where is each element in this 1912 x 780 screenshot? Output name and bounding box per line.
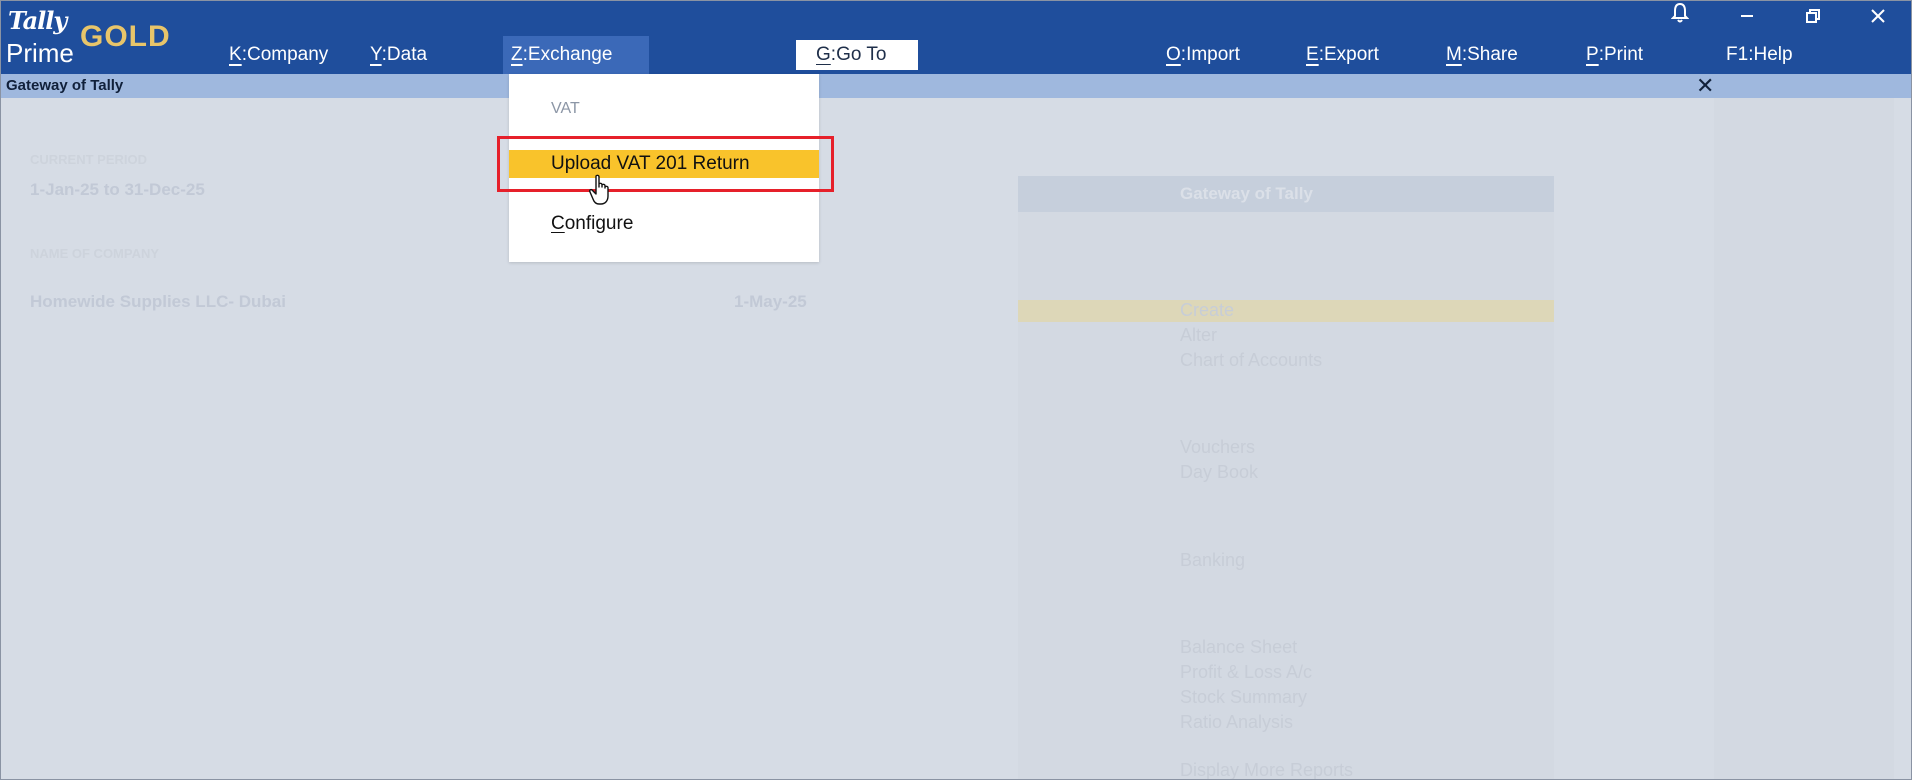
menu-print-label: Print [1603, 44, 1644, 65]
menu-exchange[interactable]: Z:Exchange [503, 36, 649, 74]
dropdown-section-vat: VAT [551, 100, 580, 117]
bell-icon[interactable] [1660, 2, 1700, 32]
period-value: 1-Jan-25 to 31-Dec-25 [30, 180, 205, 199]
gateway-panel-title: Gateway of Tally [1180, 184, 1313, 203]
menu-export[interactable]: E:Export [1306, 44, 1379, 66]
right-side-strip [1714, 98, 1894, 780]
menu-export-key: E [1306, 44, 1319, 65]
gateway-item-create[interactable]: Create [1180, 300, 1234, 321]
company-section-label: NAME OF COMPANY [30, 246, 160, 261]
gateway-item-display-more-reports[interactable]: Display More Reports [1180, 760, 1353, 780]
gateway-item-vouchers[interactable]: Vouchers [1180, 437, 1255, 458]
tally-prime-gold-logo: Tally Prime GOLD [6, 4, 171, 68]
gateway-item-stock-summary[interactable]: Stock Summary [1180, 687, 1307, 708]
close-icon[interactable] [1858, 2, 1898, 32]
menu-help-key: F1 [1726, 44, 1749, 65]
close-screen-icon[interactable]: ✕ [1696, 74, 1714, 98]
hand-pointer-cursor-icon [589, 174, 609, 205]
menu-company-key: K [229, 44, 242, 65]
gateway-item-alter[interactable]: Alter [1180, 325, 1217, 346]
highlight-annotation-box [497, 136, 834, 192]
gateway-panel: Gateway of Tally Create Alter Chart of A… [1018, 176, 1554, 780]
minimize-icon[interactable] [1727, 2, 1767, 32]
restore-icon[interactable] [1793, 2, 1833, 32]
menu-item-configure[interactable]: Configure [509, 210, 819, 238]
gateway-panel-header: Gateway of Tally [1018, 176, 1554, 212]
menu-share-key: M [1446, 44, 1462, 65]
menu-help-label: Help [1753, 44, 1793, 65]
goto-label: Go To [836, 44, 887, 65]
menu-export-label: Export [1323, 44, 1379, 65]
goto-key: G [816, 44, 831, 65]
menu-company[interactable]: K:Company [229, 44, 328, 66]
logo-prime-text: Prime [6, 38, 74, 68]
menu-data-key: Y [370, 44, 382, 65]
gateway-item-profit-loss[interactable]: Profit & Loss A/c [1180, 662, 1312, 683]
menu-company-label: Company [246, 44, 329, 65]
goto-button[interactable]: G:Go To [796, 40, 918, 70]
gateway-item-balance-sheet[interactable]: Balance Sheet [1180, 637, 1297, 658]
menu-help[interactable]: F1:Help [1726, 44, 1793, 66]
menu-exchange-key: Z [511, 44, 523, 65]
logo-gold-text: GOLD [80, 20, 171, 53]
title-subbar: Gateway of Tally ✕ [0, 74, 1912, 98]
menu-share-label: Share [1467, 44, 1518, 65]
menu-data[interactable]: Y:Data [370, 44, 427, 66]
gateway-selected-row [1018, 300, 1554, 322]
menu-print[interactable]: P:Print [1586, 44, 1643, 66]
logo-tally-text: Tally [8, 6, 67, 35]
window-border [0, 0, 1912, 780]
menu-item-configure-rest: onfigure [564, 213, 634, 234]
current-period-label: CURRENT PERIOD [30, 152, 148, 167]
screen-title: Gateway of Tally [6, 77, 124, 94]
menu-print-key: P [1586, 44, 1599, 65]
menu-import-label: Import [1186, 44, 1240, 65]
top-bar: Tally Prime GOLD K:Company Y:Data Z:Exch… [0, 0, 1912, 74]
menu-data-label: Data [386, 44, 428, 65]
menu-import[interactable]: O:Import [1166, 44, 1240, 66]
company-last-entry-date: 1-May-25 [734, 292, 807, 311]
menu-exchange-label: Exchange [527, 44, 613, 65]
menu-share[interactable]: M:Share [1446, 44, 1518, 66]
menu-item-configure-key: C [551, 213, 565, 234]
menu-import-key: O [1166, 44, 1181, 65]
gateway-item-day-book[interactable]: Day Book [1180, 462, 1258, 483]
gateway-item-banking[interactable]: Banking [1180, 550, 1245, 571]
company-name[interactable]: Homewide Supplies LLC- Dubai [30, 292, 286, 312]
gateway-item-chart-of-accounts[interactable]: Chart of Accounts [1180, 350, 1322, 371]
gateway-item-ratio-analysis[interactable]: Ratio Analysis [1180, 712, 1293, 733]
